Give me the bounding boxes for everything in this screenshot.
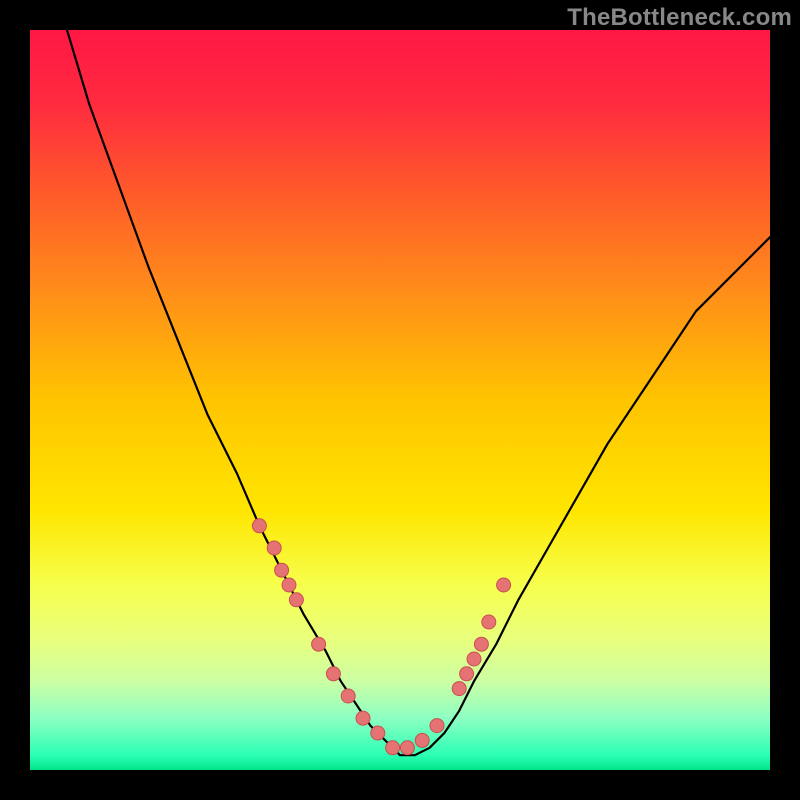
data-dot <box>415 733 429 747</box>
data-dot <box>497 578 511 592</box>
data-dot <box>386 741 400 755</box>
chart-container: TheBottleneck.com <box>0 0 800 800</box>
data-dot <box>430 719 444 733</box>
data-dot <box>371 726 385 740</box>
data-dot <box>282 578 296 592</box>
data-dot <box>252 519 266 533</box>
data-dot <box>356 711 370 725</box>
data-dot <box>467 652 481 666</box>
data-dot <box>460 667 474 681</box>
data-dot <box>326 667 340 681</box>
chart-svg <box>30 30 770 770</box>
gradient-background <box>30 30 770 770</box>
plot-area <box>30 30 770 770</box>
data-dot <box>482 615 496 629</box>
data-dot <box>267 541 281 555</box>
data-dot <box>289 593 303 607</box>
watermark-text: TheBottleneck.com <box>567 4 792 32</box>
data-dot <box>452 682 466 696</box>
data-dot <box>400 741 414 755</box>
data-dot <box>341 689 355 703</box>
data-dot <box>312 637 326 651</box>
data-dot <box>275 563 289 577</box>
data-dot <box>474 637 488 651</box>
